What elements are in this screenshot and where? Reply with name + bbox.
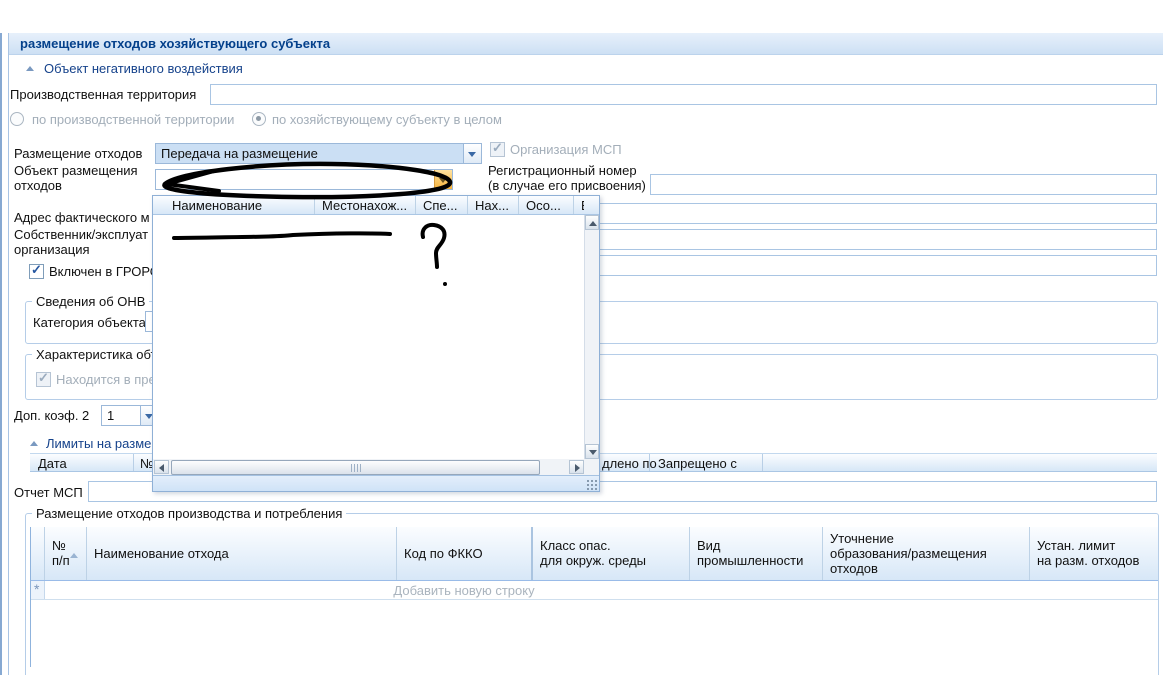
dropdown-list-body[interactable] — [153, 215, 584, 459]
scroll-left-button[interactable] — [154, 460, 169, 474]
add-row-text[interactable]: Добавить новую строку — [46, 583, 882, 598]
dop-koef-label: Доп. коэф. 2 — [14, 408, 89, 423]
limits-col-separator — [649, 454, 650, 471]
limits-col-date[interactable]: Дата — [38, 456, 67, 471]
waste-col-marker — [31, 527, 45, 580]
chevron-down-icon — [439, 178, 447, 183]
scroll-up-button[interactable] — [585, 215, 599, 230]
check-icon: ✓ — [492, 141, 503, 154]
resize-grip-icon[interactable] — [586, 479, 597, 490]
dropdown-col-location[interactable]: Местонахож... — [315, 196, 416, 214]
app-window: размещение отходов хозяйствующего субъек… — [0, 0, 1163, 675]
placement-object-trigger[interactable] — [434, 170, 452, 189]
arrow-up-icon — [589, 221, 597, 226]
located-label: Находится в пред — [56, 372, 163, 387]
waste-placement-combo[interactable]: Передача на размещение — [155, 143, 482, 164]
waste-table-legend: Размещение отходов производства и потреб… — [32, 506, 346, 521]
reg-number-input[interactable] — [650, 174, 1157, 195]
placement-object-dropdown: Наименование Местонахож... Спе... Нах...… — [152, 195, 600, 492]
owner-label: Собственник/эксплуат организация — [14, 227, 159, 257]
new-row-marker-cell: * — [31, 581, 45, 599]
radio-by-territory[interactable] — [10, 112, 24, 126]
scroll-right-button[interactable] — [569, 460, 584, 474]
waste-grid: № п/п Наименование отхода Код по ФККО Кл… — [30, 527, 1157, 667]
radio-by-subject-label: по хозяйствующему субъекту в целом — [272, 112, 502, 127]
collapse-limits-icon[interactable] — [30, 441, 38, 446]
located-checkbox[interactable]: ✓ — [36, 372, 51, 387]
characteristics-legend: Характеристика объ — [32, 347, 163, 362]
section-limits-label: Лимиты на размещ — [46, 436, 162, 451]
dropdown-col-ba[interactable]: Ба — [574, 196, 584, 214]
msp-org-label: Организация МСП — [510, 142, 622, 157]
dropdown-col-nah[interactable]: Нах... — [468, 196, 519, 214]
dropdown-hscrollbar[interactable] — [153, 459, 599, 475]
waste-col-industry[interactable]: Вид промышленности — [690, 527, 823, 580]
placement-object-combo[interactable] — [155, 169, 453, 190]
production-territory-input[interactable] — [210, 84, 1157, 105]
chevron-down-icon — [468, 152, 476, 157]
limits-col-forbidden[interactable]: Запрещено с — [658, 456, 737, 471]
new-row-marker: * — [34, 581, 39, 597]
groro-checkbox[interactable]: ✓ — [29, 264, 44, 279]
dropdown-col-spec[interactable]: Спе... — [416, 196, 468, 214]
radio-by-subject[interactable] — [252, 112, 266, 126]
panel-title-bar: размещение отходов хозяйствующего субъек… — [9, 33, 1163, 55]
placement-object-label: Объект размещения отходов — [14, 163, 154, 193]
dropdown-header: Наименование Местонахож... Спе... Нах...… — [153, 196, 599, 215]
dropdown-status-bar — [153, 475, 599, 491]
waste-placement-label: Размещение отходов — [14, 146, 142, 161]
left-panel-edge — [0, 33, 2, 675]
reg-number-label: Регистрационный номер (в случае его прис… — [488, 163, 663, 193]
msp-report-label: Отчет МСП — [14, 485, 83, 500]
dropdown-vscrollbar[interactable] — [584, 215, 599, 459]
onv-info-legend: Сведения об ОНВ — [32, 294, 149, 309]
waste-col-clarification[interactable]: Уточнение образования/размещения отходов — [823, 527, 1030, 580]
arrow-right-icon — [575, 464, 580, 472]
arrow-down-icon — [589, 450, 597, 455]
msp-org-checkbox[interactable]: ✓ — [490, 142, 505, 157]
waste-col-npp[interactable]: № п/п — [45, 527, 87, 580]
check-icon: ✓ — [31, 263, 42, 276]
dop-koef-value: 1 — [107, 408, 114, 423]
limits-col-separator — [762, 454, 763, 471]
arrow-left-icon — [159, 464, 164, 472]
dropdown-col-name[interactable]: Наименование — [153, 196, 315, 214]
waste-grid-header: № п/п Наименование отхода Код по ФККО Кл… — [31, 527, 1158, 581]
sort-asc-icon — [70, 553, 78, 558]
object-category-label: Категория объекта — [33, 315, 146, 330]
dropdown-col-oso[interactable]: Осо... — [519, 196, 574, 214]
check-icon: ✓ — [38, 371, 49, 384]
waste-placement-value: Передача на размещение — [161, 146, 318, 161]
waste-placement-trigger[interactable] — [463, 144, 481, 163]
dop-koef-combo[interactable]: 1 — [101, 405, 159, 426]
radio-by-territory-label: по производственной территории — [32, 112, 234, 127]
waste-col-fkko[interactable]: Код по ФККО — [397, 527, 533, 580]
groro-label: Включен в ГРОРО — [49, 264, 160, 279]
scroll-down-button[interactable] — [585, 444, 599, 459]
panel-left-border — [8, 33, 9, 675]
limits-col-separator — [133, 454, 134, 471]
waste-col-name[interactable]: Наименование отхода — [87, 527, 397, 580]
new-row[interactable]: * Добавить новую строку — [31, 581, 1158, 600]
collapse-onv-icon[interactable] — [26, 66, 34, 71]
page-title: размещение отходов хозяйствующего субъек… — [20, 36, 330, 51]
waste-col-limit[interactable]: Устан. лимит на разм. отходов — [1030, 527, 1158, 580]
waste-col-class[interactable]: Класс опас. для окруж. среды — [533, 527, 690, 580]
production-territory-label: Производственная территория — [10, 87, 196, 102]
section-onv-label: Объект негативного воздействия — [44, 61, 243, 76]
address-label: Адрес фактического м — [14, 210, 150, 225]
hscroll-thumb[interactable] — [171, 460, 540, 475]
thumb-grip-icon — [351, 464, 362, 472]
